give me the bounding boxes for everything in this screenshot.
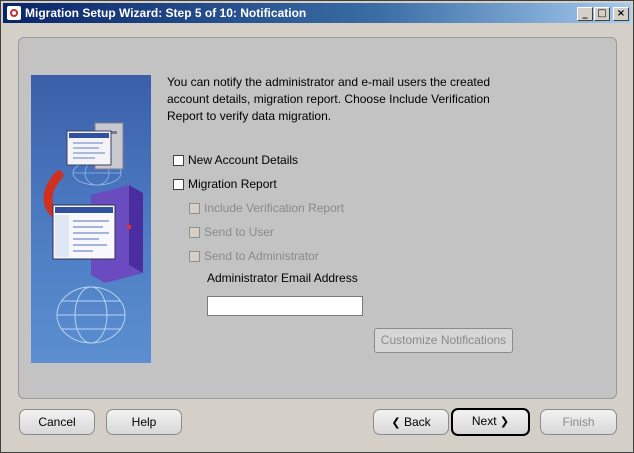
include-verification-report-label: Include Verification Report [204, 201, 345, 215]
help-button[interactable]: Help [106, 409, 182, 435]
wizard-window: Migration Setup Wizard: Step 5 of 10: No… [0, 0, 634, 453]
checkbox-box[interactable] [173, 155, 184, 166]
admin-email-label: Administrator Email Address [207, 271, 358, 285]
chevron-right-icon: ❯ [499, 415, 510, 428]
close-button[interactable]: × [613, 7, 629, 21]
minimize-button[interactable]: _ [577, 7, 593, 21]
wizard-illustration [31, 75, 151, 363]
migration-illustration-icon [43, 122, 143, 344]
next-label: Next [471, 414, 497, 428]
window-title: Migration Setup Wizard: Step 5 of 10: No… [25, 6, 307, 20]
finish-button[interactable]: Finish [540, 409, 617, 435]
next-button[interactable]: Next ❯ [451, 408, 530, 436]
send-to-user-label: Send to User [204, 225, 275, 239]
checkbox-box[interactable] [189, 251, 200, 262]
new-account-details-label: New Account Details [188, 153, 299, 167]
checkbox-box[interactable] [189, 203, 200, 214]
back-button[interactable]: ❮ Back [373, 409, 449, 435]
send-to-administrator-label: Send to Administrator [204, 249, 319, 263]
title-bar[interactable]: Migration Setup Wizard: Step 5 of 10: No… [3, 3, 631, 23]
checkbox-box[interactable] [189, 227, 200, 238]
app-icon [7, 6, 21, 20]
migration-report-label: Migration Report [188, 177, 277, 191]
checkbox-box[interactable] [173, 179, 184, 190]
back-label: Back [403, 415, 431, 429]
intro-text: You can notify the administrator and e-m… [167, 75, 491, 123]
admin-email-input[interactable] [207, 296, 363, 316]
cancel-button[interactable]: Cancel [19, 409, 95, 435]
customize-notifications-button[interactable]: Customize Notifications [374, 328, 513, 353]
chevron-left-icon: ❮ [391, 416, 401, 429]
maximize-button[interactable]: □ [594, 7, 610, 21]
